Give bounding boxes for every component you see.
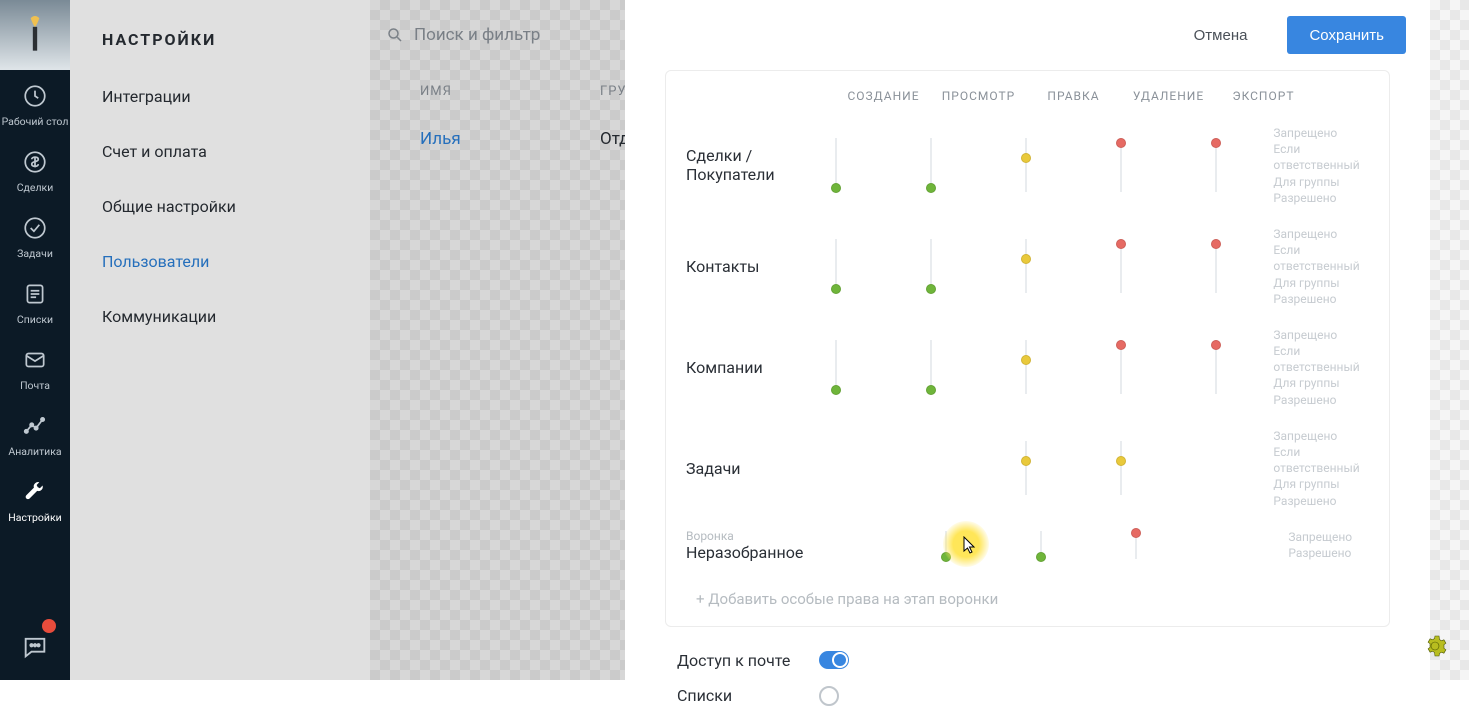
permission-slider[interactable] (1115, 138, 1127, 192)
permission-row: Контакты ЗапрещеноЕсли ответственныйДля г… (666, 216, 1389, 317)
nav-lists[interactable]: Списки (0, 268, 70, 334)
settings-item-billing[interactable]: Счет и оплата (70, 124, 370, 179)
permission-slider[interactable] (1020, 441, 1032, 495)
save-button[interactable]: Сохранить (1287, 16, 1406, 54)
check-icon (20, 213, 50, 243)
chart-icon (20, 411, 50, 441)
permissions-panel: Отмена Сохранить СОЗДАНИЕ ПРОСМОТР ПРАВК… (625, 0, 1430, 680)
permission-slider[interactable] (1115, 340, 1127, 394)
permission-label: ВоронкаНеразобранное (686, 529, 803, 562)
permission-slider[interactable] (925, 239, 937, 293)
permission-slider[interactable] (1020, 239, 1032, 293)
permission-slider[interactable] (1210, 239, 1222, 293)
permission-slider[interactable] (925, 340, 937, 394)
col-export: ЭКСПОРТ (1216, 89, 1311, 103)
permission-row: Задачи ЗапрещеноЕсли ответственныйДля гру… (666, 418, 1389, 519)
settings-item-users[interactable]: Пользователи (70, 234, 370, 289)
permission-legend: ЗапрещеноЕсли ответственныйДля группыРаз… (1273, 428, 1369, 509)
add-pipeline-permissions[interactable]: + Добавить особые права на этап воронки (666, 572, 1389, 626)
permission-slider[interactable] (1020, 340, 1032, 394)
permission-slider[interactable] (1210, 340, 1222, 394)
permission-row: Компании ЗапрещеноЕсли ответственныйДля г… (666, 317, 1389, 418)
settings-item-general[interactable]: Общие настройки (70, 179, 370, 234)
list-icon (20, 279, 50, 309)
nav-label: Сделки (17, 181, 54, 194)
nav-label: Почта (20, 379, 50, 392)
nav-label: Задачи (17, 247, 53, 260)
nav-dashboard[interactable]: Рабочий стол (0, 70, 70, 136)
mail-icon (20, 345, 50, 375)
settings-sidebar: НАСТРОЙКИ Интеграции Счет и оплата Общие… (70, 0, 370, 680)
permissions-header: СОЗДАНИЕ ПРОСМОТР ПРАВКА УДАЛЕНИЕ ЭКСПОР… (666, 71, 1389, 115)
permission-slider[interactable] (1035, 531, 1047, 559)
cursor-icon (963, 536, 977, 554)
nav-tasks[interactable]: Задачи (0, 202, 70, 268)
col-create: СОЗДАНИЕ (836, 89, 931, 103)
permission-label: Задачи (686, 459, 788, 478)
settings-item-communications[interactable]: Коммуникации (70, 289, 370, 344)
settings-title: НАСТРОЙКИ (70, 0, 370, 69)
permission-legend: ЗапрещеноЕсли ответственныйДля группыРаз… (1273, 125, 1369, 206)
wrench-icon (20, 477, 50, 507)
nav-label: Аналитика (8, 445, 61, 458)
permission-slider[interactable] (1210, 138, 1222, 192)
permission-label: Контакты (686, 257, 788, 276)
permission-legend: ЗапрещеноЕсли ответственныйДля группыРаз… (1273, 327, 1369, 408)
permission-label: Сделки / Покупатели (686, 146, 788, 184)
chat-badge (42, 619, 56, 633)
nav-settings[interactable]: Настройки (0, 466, 70, 532)
permission-row: ВоронкаНеразобранное ЗапрещеноРазрешено (666, 519, 1389, 572)
toggle-lists[interactable] (819, 686, 849, 704)
permission-slider[interactable] (830, 340, 842, 394)
nav-mail[interactable]: Почта (0, 334, 70, 400)
permission-slider[interactable] (1130, 531, 1142, 559)
cancel-button[interactable]: Отмена (1172, 16, 1270, 54)
permission-slider[interactable] (830, 239, 842, 293)
permission-legend: ЗапрещеноЕсли ответственныйДля группыРаз… (1273, 226, 1369, 307)
col-delete: УДАЛЕНИЕ (1121, 89, 1216, 103)
toggle-mail[interactable] (819, 651, 849, 669)
nav-rail: Рабочий стол Сделки Задачи Списки Почта … (0, 0, 70, 680)
permission-slider[interactable] (1020, 138, 1032, 192)
col-view: ПРОСМОТР (931, 89, 1026, 103)
toggle-lists-label: Списки (677, 686, 797, 705)
permission-slider[interactable] (1115, 239, 1127, 293)
col-edit: ПРАВКА (1026, 89, 1121, 103)
nav-analytics[interactable]: Аналитика (0, 400, 70, 466)
dashboard-icon (20, 81, 50, 111)
nav-label: Списки (17, 313, 53, 326)
permission-slider[interactable] (830, 138, 842, 192)
permission-legend: ЗапрещеноРазрешено (1288, 529, 1369, 561)
permission-supertitle: Воронка (686, 529, 803, 543)
dollar-icon (20, 147, 50, 177)
nav-deals[interactable]: Сделки (0, 136, 70, 202)
toggle-mail-label: Доступ к почте (677, 651, 797, 670)
permission-row: Сделки / Покупатели ЗапрещеноЕсли ответст… (666, 115, 1389, 216)
permission-slider[interactable] (1115, 441, 1127, 495)
permissions-card: СОЗДАНИЕ ПРОСМОТР ПРАВКА УДАЛЕНИЕ ЭКСПОР… (665, 70, 1390, 627)
settings-item-integrations[interactable]: Интеграции (70, 69, 370, 124)
logo (0, 0, 70, 70)
permission-label: Компании (686, 358, 788, 377)
nav-label: Рабочий стол (2, 115, 69, 128)
nav-label: Настройки (8, 511, 61, 524)
gear-icon[interactable] (1421, 632, 1449, 660)
chat-icon (20, 632, 50, 662)
permission-slider[interactable] (925, 138, 937, 192)
nav-chat[interactable] (0, 621, 70, 670)
